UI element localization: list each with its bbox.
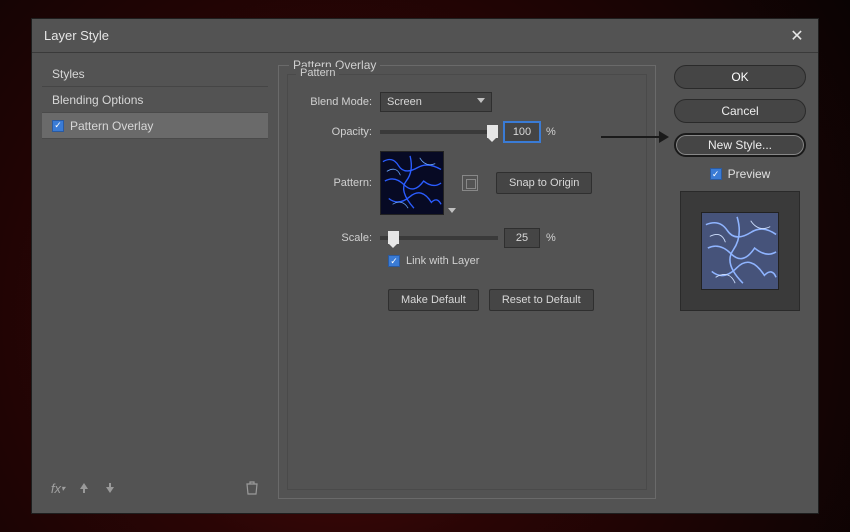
settings-panel: Pattern Overlay Pattern Blend Mode: Scre… xyxy=(278,61,662,503)
scale-label: Scale: xyxy=(304,232,380,244)
styles-footer: fx▾ xyxy=(42,473,268,503)
opacity-slider[interactable] xyxy=(380,130,498,134)
blend-mode-value: Screen xyxy=(387,96,422,108)
preview-checkbox[interactable] xyxy=(710,168,722,180)
chevron-down-icon[interactable] xyxy=(448,208,456,213)
ok-button[interactable]: OK xyxy=(674,65,806,89)
pattern-label: Pattern: xyxy=(304,177,380,189)
style-row-label: Blending Options xyxy=(52,93,143,107)
scale-row: Scale: 25 % xyxy=(304,225,630,251)
pattern-group: Pattern Blend Mode: Screen Opacity: xyxy=(287,74,647,490)
styles-list: Blending Options Pattern Overlay xyxy=(42,87,268,473)
slider-thumb-icon[interactable] xyxy=(487,125,498,138)
style-row-pattern-overlay[interactable]: Pattern Overlay xyxy=(42,113,268,139)
chevron-down-icon xyxy=(477,98,485,103)
link-with-layer-checkbox[interactable] xyxy=(388,255,400,267)
styles-panel: Styles Blending Options Pattern Overlay … xyxy=(42,61,268,503)
scale-slider[interactable] xyxy=(380,236,498,240)
arrow-down-icon[interactable] xyxy=(102,480,118,496)
preview-label: Preview xyxy=(728,167,771,181)
preview-box xyxy=(680,191,800,311)
pattern-row: Pattern: Snap xyxy=(304,151,630,215)
pattern-overlay-fieldset: Pattern Overlay Pattern Blend Mode: Scre… xyxy=(278,65,656,499)
dialog-title: Layer Style xyxy=(44,28,109,43)
layer-style-dialog: Layer Style ✕ Styles Blending Options Pa… xyxy=(31,18,819,514)
scale-unit: % xyxy=(546,232,556,244)
checkbox-icon[interactable] xyxy=(52,120,64,132)
opacity-row: Opacity: 100 % xyxy=(304,119,630,145)
link-with-layer-label: Link with Layer xyxy=(406,255,479,267)
scale-input[interactable]: 25 xyxy=(504,228,540,248)
fx-icon[interactable]: fx▾ xyxy=(50,480,66,496)
group-title: Pattern xyxy=(296,67,339,79)
opacity-unit: % xyxy=(546,126,556,138)
defaults-row: Make Default Reset to Default xyxy=(388,289,630,311)
opacity-label: Opacity: xyxy=(304,126,380,138)
new-style-button[interactable]: New Style... xyxy=(674,133,806,157)
trash-icon[interactable] xyxy=(244,480,260,496)
cancel-button[interactable]: Cancel xyxy=(674,99,806,123)
arrow-up-icon[interactable] xyxy=(76,480,92,496)
snap-to-origin-button[interactable]: Snap to Origin xyxy=(496,172,592,194)
link-with-layer-row: Link with Layer xyxy=(388,255,630,267)
preview-toggle-row: Preview xyxy=(674,167,806,181)
actions-panel: OK Cancel New Style... Preview xyxy=(672,61,808,503)
styles-header[interactable]: Styles xyxy=(42,61,268,87)
dialog-body: Styles Blending Options Pattern Overlay … xyxy=(32,53,818,513)
make-default-button[interactable]: Make Default xyxy=(388,289,479,311)
opacity-input[interactable]: 100 xyxy=(504,122,540,142)
style-row-label: Pattern Overlay xyxy=(70,119,153,133)
preview-swatch xyxy=(701,212,779,290)
reset-to-default-button[interactable]: Reset to Default xyxy=(489,289,594,311)
slider-thumb-icon[interactable] xyxy=(388,231,399,244)
close-icon[interactable]: ✕ xyxy=(788,27,806,45)
style-row-blending-options[interactable]: Blending Options xyxy=(42,87,268,113)
pattern-swatch[interactable] xyxy=(380,151,444,215)
blend-mode-row: Blend Mode: Screen xyxy=(304,89,630,115)
titlebar[interactable]: Layer Style ✕ xyxy=(32,19,818,53)
blend-mode-label: Blend Mode: xyxy=(304,96,380,108)
new-preset-icon[interactable] xyxy=(462,175,478,191)
blend-mode-select[interactable]: Screen xyxy=(380,92,492,112)
